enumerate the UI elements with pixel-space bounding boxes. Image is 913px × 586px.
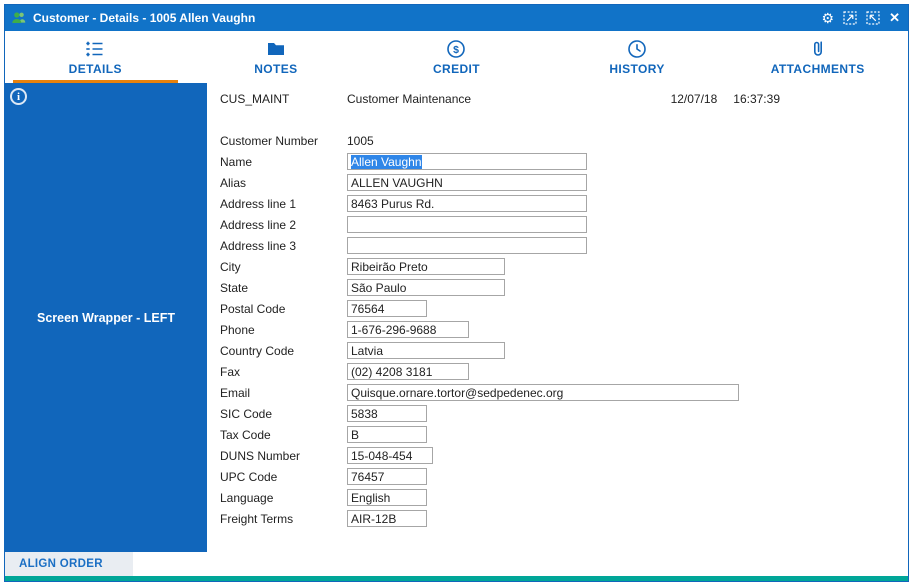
field-label: DUNS Number: [220, 448, 301, 463]
address-line-3-row: Address line 3: [220, 235, 908, 256]
window-title: Customer - Details - 1005 Allen Vaughn: [33, 11, 256, 25]
form-header: CUS_MAINT Customer Maintenance 12/07/18 …: [220, 92, 780, 106]
address-line-3-input[interactable]: [347, 237, 587, 254]
customer-form: CUS_MAINT Customer Maintenance 12/07/18 …: [207, 83, 908, 576]
field-label: Freight Terms: [220, 511, 294, 526]
tab-attachments[interactable]: ATTACHMENTS: [727, 31, 908, 83]
form-details-icon: [85, 39, 105, 59]
city-input[interactable]: [347, 258, 505, 275]
language-row: Language: [220, 487, 908, 508]
info-icon[interactable]: i: [10, 88, 27, 105]
country-code-input[interactable]: [347, 342, 505, 359]
tab-notes-label: NOTES: [254, 61, 298, 76]
tab-attachments-label: ATTACHMENTS: [770, 61, 865, 76]
field-label: State: [220, 280, 249, 295]
field-label: Alias: [220, 175, 247, 190]
field-label: Customer Number: [220, 133, 319, 148]
time-value: 16:37:39: [733, 92, 780, 106]
state-input[interactable]: [347, 279, 505, 296]
customer-details-window: Customer - Details - 1005 Allen Vaughn ⚙…: [4, 4, 909, 582]
field-label: Address line 3: [220, 238, 297, 253]
address-line-1-input[interactable]: [347, 195, 587, 212]
duns-number-row: DUNS Number: [220, 445, 908, 466]
field-label: Fax: [220, 364, 241, 379]
selected-text: Allen Vaughn: [351, 154, 422, 169]
tax-code-row: Tax Code: [220, 424, 908, 445]
freight-terms-input[interactable]: [347, 510, 427, 527]
clock-icon: [627, 39, 647, 59]
field-label: Address line 2: [220, 217, 297, 232]
titlebar-actions: ⚙ ✕: [822, 10, 900, 26]
dollar-circle-icon: $: [446, 39, 466, 59]
name-input[interactable]: Allen Vaughn: [347, 153, 587, 170]
tab-history[interactable]: HISTORY: [547, 31, 728, 83]
tax-code-input[interactable]: [347, 426, 427, 443]
field-label: Country Code: [220, 343, 295, 358]
upc-code-input[interactable]: [347, 468, 427, 485]
tab-details[interactable]: DETAILS: [5, 31, 186, 83]
country-code-row: Country Code: [220, 340, 908, 361]
email-input[interactable]: [347, 384, 739, 401]
content-area: i Screen Wrapper - LEFT ALIGN ORDER CUS_…: [5, 83, 908, 576]
bottom-strip: [5, 576, 908, 581]
field-label: Email: [220, 385, 251, 400]
gear-icon[interactable]: ⚙: [822, 10, 835, 26]
fax-row: Fax: [220, 361, 908, 382]
tab-history-label: HISTORY: [609, 61, 665, 76]
upc-code-row: UPC Code: [220, 466, 908, 487]
alias-input[interactable]: [347, 174, 587, 191]
left-footer: ALIGN ORDER: [5, 552, 207, 576]
customer-number-row: Customer Number 1005: [220, 130, 908, 151]
tab-credit-label: CREDIT: [432, 61, 481, 76]
duns-number-input[interactable]: [347, 447, 433, 464]
state-row: State: [220, 277, 908, 298]
program-name: CUS_MAINT: [220, 92, 290, 106]
users-icon: [11, 10, 27, 26]
email-row: Email: [220, 382, 908, 403]
address-line-1-row: Address line 1: [220, 193, 908, 214]
alias-row: Alias: [220, 172, 908, 193]
datetime: 12/07/18 16:37:39: [671, 92, 780, 106]
field-label: City: [220, 259, 241, 274]
field-label: Phone: [220, 322, 255, 337]
tab-credit[interactable]: $ CREDIT: [366, 31, 547, 83]
field-label: Address line 1: [220, 196, 297, 211]
fit-screen-icon[interactable]: [866, 10, 880, 26]
folder-icon: [266, 39, 286, 59]
field-label: Postal Code: [220, 301, 286, 316]
titlebar: Customer - Details - 1005 Allen Vaughn ⚙…: [5, 5, 908, 31]
language-input[interactable]: [347, 489, 427, 506]
city-row: City: [220, 256, 908, 277]
field-label: Tax Code: [220, 427, 271, 442]
phone-row: Phone: [220, 319, 908, 340]
sic-code-input[interactable]: [347, 405, 427, 422]
screen-title: Customer Maintenance: [347, 92, 472, 106]
close-icon[interactable]: ✕: [889, 10, 900, 26]
postal-code-row: Postal Code: [220, 298, 908, 319]
field-label: Name: [220, 154, 253, 169]
svg-text:$: $: [454, 43, 460, 55]
phone-input[interactable]: [347, 321, 469, 338]
field-label: SIC Code: [220, 406, 273, 421]
left-column: i Screen Wrapper - LEFT ALIGN ORDER: [5, 83, 207, 576]
name-row: Name Allen Vaughn: [220, 151, 908, 172]
screen-wrapper-label: Screen Wrapper - LEFT: [37, 310, 175, 325]
tabbar: DETAILS NOTES $ CREDIT HISTORY ATTACHMEN…: [5, 31, 908, 83]
address-line-2-input[interactable]: [347, 216, 587, 233]
fax-input[interactable]: [347, 363, 469, 380]
align-order-link[interactable]: ALIGN ORDER: [5, 552, 133, 576]
tab-notes[interactable]: NOTES: [186, 31, 367, 83]
freight-terms-row: Freight Terms: [220, 508, 908, 529]
paperclip-icon: [808, 39, 828, 59]
address-line-2-row: Address line 2: [220, 214, 908, 235]
postal-code-input[interactable]: [347, 300, 427, 317]
field-label: Language: [220, 490, 274, 505]
field-label: UPC Code: [220, 469, 278, 484]
tab-details-label: DETAILS: [68, 61, 122, 76]
sic-code-row: SIC Code: [220, 403, 908, 424]
resize-screen-icon[interactable]: [843, 10, 857, 26]
date-value: 12/07/18: [670, 92, 718, 106]
screen-wrapper-panel: i Screen Wrapper - LEFT: [5, 83, 207, 552]
customer-number-value: 1005: [347, 133, 374, 148]
